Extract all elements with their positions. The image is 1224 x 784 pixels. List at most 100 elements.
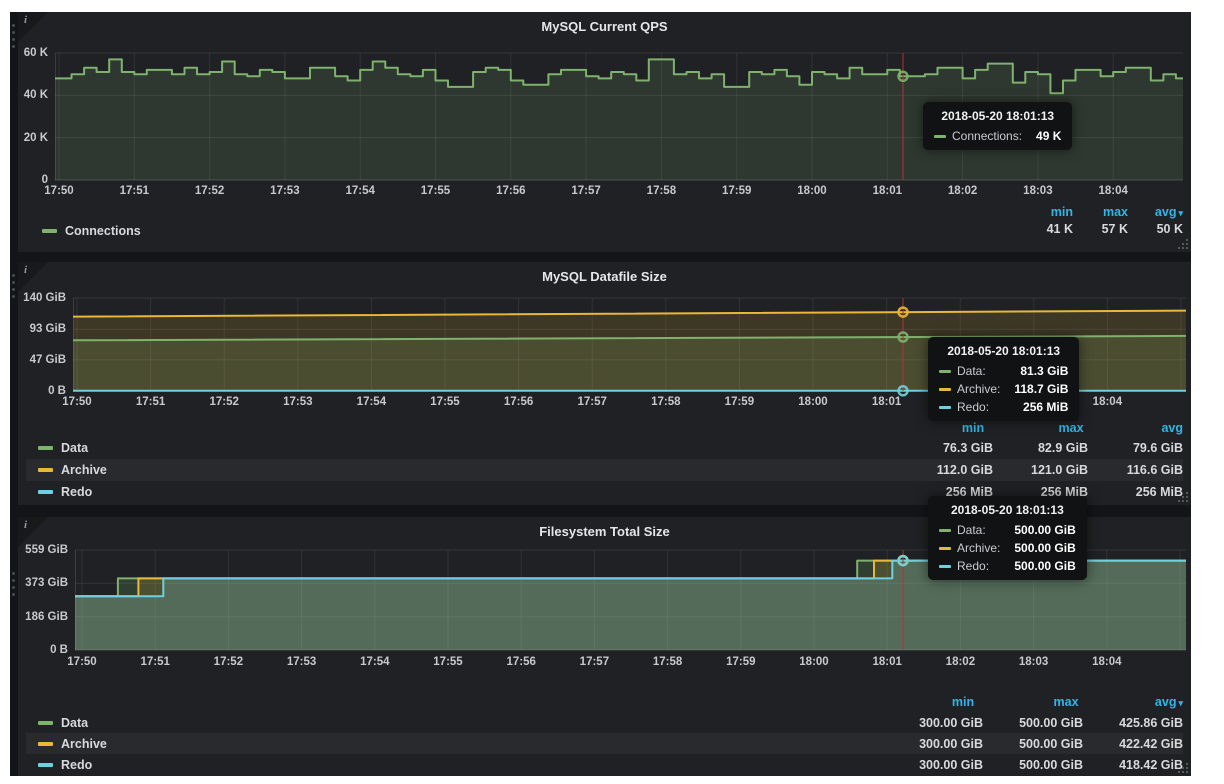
- legend-stats-header: min max avg▾: [26, 693, 1183, 711]
- tooltip-series-label: Redo:: [957, 400, 989, 414]
- legend-item-redo[interactable]: Redo: [38, 485, 898, 499]
- stat-sort-max[interactable]: max: [1073, 205, 1128, 219]
- panel-resize-handle[interactable]: [1178, 239, 1188, 249]
- stat-min-value: 112.0 GiB: [898, 463, 993, 477]
- series-color-dash: [38, 446, 53, 450]
- series-color-dash: [42, 229, 57, 233]
- panel-title[interactable]: MySQL Current QPS: [18, 19, 1191, 34]
- stat-sort-min[interactable]: min: [874, 695, 974, 709]
- info-icon: i: [24, 14, 27, 26]
- series-color-dash: [939, 406, 951, 409]
- legend-item-redo[interactable]: Redo: [38, 758, 883, 772]
- tooltip-series-value: 500.00 GiB: [1014, 559, 1075, 573]
- series-color-dash: [38, 468, 53, 472]
- series-color-dash: [939, 565, 951, 568]
- legend-item-archive[interactable]: Archive: [38, 737, 883, 751]
- stat-sort-min[interactable]: min: [889, 421, 984, 435]
- tooltip-row: Data: 81.3 GiB: [939, 364, 1068, 378]
- x-tick-label: 17:55: [420, 395, 470, 409]
- series-color-dash: [38, 490, 53, 494]
- legend-item-archive[interactable]: Archive: [38, 463, 898, 477]
- series-color-dash: [38, 742, 53, 746]
- stat-avg-value: 79.6 GiB: [1088, 441, 1183, 455]
- stat-sort-max[interactable]: max: [989, 421, 1084, 435]
- legend-item-connections[interactable]: Connections: [42, 222, 141, 240]
- x-tick-label: 17:56: [494, 395, 544, 409]
- stat-sort-avg[interactable]: avg▾: [1083, 695, 1183, 709]
- panel-title[interactable]: MySQL Datafile Size: [18, 269, 1191, 284]
- tooltip-row: Redo: 256 MiB: [939, 400, 1068, 414]
- legend-row-archive: Archive 112.0 GiB 121.0 GiB 116.6 GiB: [26, 459, 1183, 481]
- x-tick-label: 17:57: [569, 655, 619, 669]
- legend-label: Redo: [61, 758, 92, 772]
- x-tick-label: 17:56: [486, 184, 536, 198]
- legend-row-archive: Archive 300.00 GiB 500.00 GiB 422.42 GiB: [26, 733, 1183, 754]
- stat-sort-avg[interactable]: avg▾: [1128, 205, 1183, 219]
- tooltip-row: Archive: 500.00 GiB: [939, 541, 1076, 555]
- stat-sort-avg[interactable]: avg: [1088, 421, 1183, 435]
- x-tick-label: 18:00: [787, 184, 837, 198]
- tooltip-timestamp: 2018-05-20 18:01:13: [939, 344, 1068, 358]
- stat-min-value: 300.00 GiB: [883, 737, 983, 751]
- legend-item-data[interactable]: Data: [38, 441, 898, 455]
- y-tick-label: 60 K: [18, 45, 48, 61]
- tooltip-series-value: 500.00 GiB: [1014, 523, 1075, 537]
- series-color-dash: [934, 135, 946, 138]
- tooltip-series-label: Data:: [957, 523, 986, 537]
- panel-resize-handle[interactable]: [1178, 763, 1188, 773]
- x-tick-label: 18:04: [1082, 395, 1132, 409]
- x-tick-label: 18:01: [862, 395, 912, 409]
- legend-row-redo: Redo 300.00 GiB 500.00 GiB 418.42 GiB: [26, 754, 1183, 775]
- x-tick-label: 17:53: [277, 655, 327, 669]
- y-tick-label: 140 GiB: [18, 290, 66, 306]
- stat-sort-min[interactable]: min: [1018, 205, 1073, 219]
- row-drag-handle[interactable]: [12, 572, 16, 600]
- legend-item-data[interactable]: Data: [38, 716, 883, 730]
- x-tick-label: 17:51: [109, 184, 159, 198]
- x-tick-label: 18:04: [1082, 655, 1132, 669]
- panel-resize-handle[interactable]: [1178, 492, 1188, 502]
- legend-label: Archive: [61, 463, 107, 477]
- legend-label: Archive: [61, 737, 107, 751]
- legend-stats-header: min max avg: [26, 419, 1183, 437]
- stat-avg-value: 422.42 GiB: [1083, 737, 1183, 751]
- x-tick-label: 17:52: [199, 395, 249, 409]
- tooltip-timestamp: 2018-05-20 18:01:13: [939, 503, 1076, 517]
- legend-label: Connections: [65, 224, 141, 238]
- x-tick-label: 17:54: [335, 184, 385, 198]
- x-tick-label: 17:52: [203, 655, 253, 669]
- tooltip-series-value: 49 K: [1036, 129, 1061, 143]
- tooltip-series-label: Archive:: [957, 541, 1000, 555]
- panel-info-corner[interactable]: [18, 517, 48, 547]
- legend-stats-values: 41 K 57 K 50 K: [1018, 222, 1183, 236]
- x-tick-label: 17:55: [411, 184, 461, 198]
- panel-info-corner[interactable]: [18, 12, 48, 42]
- x-tick-label: 18:02: [935, 655, 985, 669]
- y-tick-label: 20 K: [18, 130, 48, 146]
- stat-avg-value: 116.6 GiB: [1088, 463, 1183, 477]
- x-tick-label: 17:59: [716, 655, 766, 669]
- row-drag-handle[interactable]: [12, 274, 16, 302]
- series-color-dash: [939, 529, 951, 532]
- x-tick-label: 17:54: [350, 655, 400, 669]
- tooltip-series-value: 256 MiB: [1023, 400, 1068, 414]
- x-tick-label: 18:03: [1013, 184, 1063, 198]
- tooltip-filesystem: 2018-05-20 18:01:13 Data: 500.00 GiB Arc…: [928, 496, 1087, 580]
- stat-max-value: 500.00 GiB: [983, 737, 1083, 751]
- stat-max-value: 121.0 GiB: [993, 463, 1088, 477]
- tooltip-datafile: 2018-05-20 18:01:13 Data: 81.3 GiB Archi…: [928, 337, 1079, 421]
- panel-info-corner[interactable]: [18, 262, 48, 292]
- x-tick-label: 17:54: [346, 395, 396, 409]
- x-tick-label: 17:59: [714, 395, 764, 409]
- legend-stats-header: min max avg▾: [1018, 205, 1183, 219]
- series-color-dash: [939, 388, 951, 391]
- stat-sort-max[interactable]: max: [979, 695, 1079, 709]
- x-tick-label: 18:02: [938, 184, 988, 198]
- tooltip-series-value: 81.3 GiB: [1020, 364, 1068, 378]
- sort-caret-icon: ▾: [1178, 698, 1183, 708]
- x-tick-label: 18:01: [862, 655, 912, 669]
- stat-max-value: 500.00 GiB: [983, 758, 1083, 772]
- x-tick-label: 17:58: [643, 655, 693, 669]
- row-drag-handle[interactable]: [12, 24, 16, 52]
- x-tick-label: 17:51: [126, 395, 176, 409]
